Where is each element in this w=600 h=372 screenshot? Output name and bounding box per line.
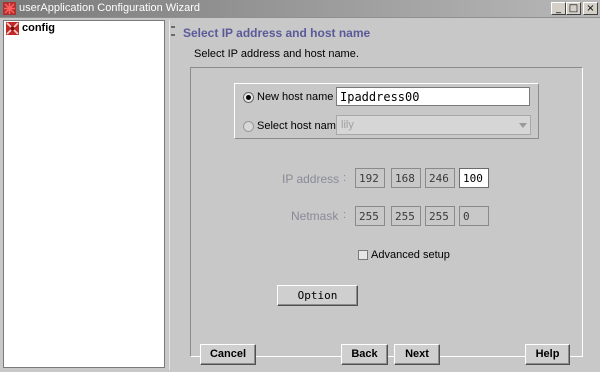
netmask-separator: : — [343, 209, 347, 221]
title-bar: userApplication Configuration Wizard _ □… — [0, 0, 600, 18]
page-subheading: Select IP address and host name. — [194, 48, 359, 60]
chevron-down-icon — [519, 123, 527, 128]
ip-octet-3[interactable]: 246 — [425, 168, 455, 188]
select-host-value: lily — [341, 119, 354, 131]
advanced-setup-label: Advanced setup — [371, 249, 450, 261]
new-host-input[interactable] — [336, 87, 530, 106]
config-node-icon — [6, 22, 19, 35]
settings-panel: New host name Select host name lily IP a… — [190, 67, 583, 357]
select-host-dropdown[interactable]: lily — [336, 115, 531, 135]
host-name-group: New host name Select host name lily — [234, 83, 539, 139]
ip-octet-4[interactable]: 100 — [459, 168, 489, 188]
help-button[interactable]: Help — [525, 344, 570, 365]
ip-address-label: IP address — [282, 172, 340, 186]
close-button[interactable]: × — [583, 2, 598, 15]
advanced-setup-checkbox[interactable] — [358, 250, 368, 260]
new-host-label: New host name — [257, 91, 334, 103]
ip-octet-2[interactable]: 168 — [391, 168, 421, 188]
netmask-octet-1[interactable]: 255 — [355, 206, 385, 226]
netmask-label: Netmask — [291, 209, 339, 223]
select-host-radio[interactable] — [243, 121, 254, 132]
next-button[interactable]: Next — [394, 344, 440, 365]
netmask-octet-3[interactable]: 255 — [425, 206, 455, 226]
netmask-octet-2[interactable]: 255 — [391, 206, 421, 226]
ip-octet-1[interactable]: 192 — [355, 168, 385, 188]
page-heading: Select IP address and host name — [183, 26, 371, 40]
ip-separator: : — [343, 172, 347, 184]
back-button[interactable]: Back — [341, 344, 388, 365]
window-title: userApplication Configuration Wizard — [19, 2, 200, 14]
cancel-button[interactable]: Cancel — [200, 344, 256, 365]
maximize-button[interactable]: □ — [566, 2, 581, 15]
tree-node-label: config — [22, 22, 55, 34]
netmask-octet-4[interactable]: 0 — [459, 206, 489, 226]
config-tree-pane[interactable]: config — [3, 20, 165, 368]
option-button[interactable]: Option — [277, 285, 358, 306]
minimize-button[interactable]: _ — [551, 2, 566, 15]
select-host-label: Select host name — [257, 120, 342, 132]
app-icon — [3, 2, 16, 15]
new-host-radio[interactable] — [243, 92, 254, 103]
wizard-content: Select IP address and host name Select I… — [175, 20, 599, 370]
